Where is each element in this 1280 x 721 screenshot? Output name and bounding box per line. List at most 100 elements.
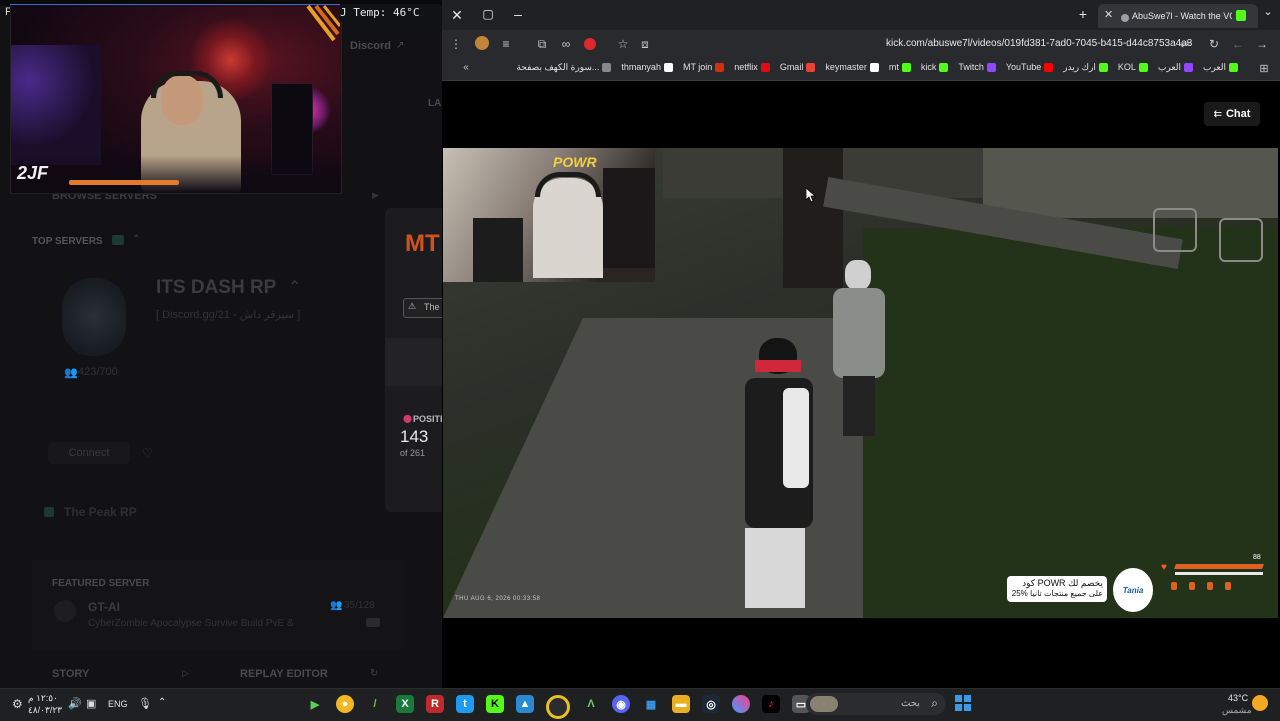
network-icon[interactable]: ▣ bbox=[86, 697, 96, 710]
clock-time[interactable]: ١٢:٥٠ م bbox=[28, 693, 58, 704]
active-tab[interactable]: ✕ AbuSwe7l - Watch the VOD bbox=[1098, 4, 1258, 28]
notice-text: The bbox=[424, 302, 440, 312]
reload-icon[interactable]: ↻ bbox=[1206, 37, 1222, 51]
windows-start-icon[interactable] bbox=[955, 695, 971, 711]
minimize-icon[interactable]: – bbox=[508, 6, 528, 22]
story-play-icon: ▷ bbox=[182, 668, 189, 678]
maximize-icon[interactable]: ▢ bbox=[478, 7, 498, 21]
bookmarks-list: العرب العرب KOL ارك ريدر YouTube Twitch kick mt… bbox=[516, 62, 1238, 73]
bookmark-item[interactable]: netflix bbox=[734, 62, 770, 73]
collapse-icon[interactable]: ⌃ bbox=[132, 234, 140, 245]
new-tab-icon[interactable]: + bbox=[1073, 6, 1093, 22]
discord-yellow-icon[interactable]: ● bbox=[336, 695, 354, 713]
featured-server-name[interactable]: GT-AI bbox=[88, 600, 120, 614]
extensions-icon[interactable]: ⧉ bbox=[534, 37, 550, 52]
bookmark-item[interactable]: MT join bbox=[682, 62, 725, 73]
hud-status-icons bbox=[1171, 582, 1231, 590]
menu-dots-icon[interactable]: ⋮ bbox=[448, 37, 464, 51]
bookmark-item[interactable]: mt bbox=[889, 62, 911, 73]
favorite-heart-icon[interactable]: ♡ bbox=[142, 446, 153, 460]
bookmark-favicon-icon bbox=[1183, 63, 1193, 73]
bookmarks-overflow-icon[interactable]: « bbox=[458, 62, 474, 73]
excel-icon[interactable]: X bbox=[396, 695, 414, 713]
weather-temp[interactable]: 43°C bbox=[1228, 693, 1248, 703]
rockstar-icon[interactable]: R bbox=[426, 695, 444, 713]
bookmark-item[interactable]: keymaster bbox=[825, 62, 879, 73]
weather-sun-icon[interactable] bbox=[1252, 695, 1268, 711]
site-settings-icon[interactable]: ⇌ bbox=[1177, 37, 1193, 51]
tab-close-icon[interactable]: ✕ bbox=[1104, 8, 1113, 21]
bookmark-item[interactable]: thmanyah bbox=[621, 62, 673, 73]
file-explorer-icon[interactable]: ▬ bbox=[672, 695, 690, 713]
discord-link[interactable]: Discord bbox=[350, 40, 391, 52]
profile-avatar[interactable] bbox=[475, 36, 489, 50]
bookmark-label: MT join bbox=[682, 62, 713, 72]
photos-icon[interactable]: ▲ bbox=[516, 695, 534, 713]
bookmark-label: KOL bbox=[1117, 62, 1136, 72]
chair bbox=[1153, 208, 1197, 252]
tray-expand-icon[interactable]: ⌃ bbox=[158, 697, 166, 708]
address-bar[interactable]: kick.com/abuswe7l/videos/019fd381-7ad0-7… bbox=[886, 38, 1192, 49]
bookmark-label: netflix bbox=[734, 62, 758, 72]
bookmark-item[interactable]: سورة الكهف بصفحة... bbox=[516, 62, 612, 73]
media-controls-icon[interactable]: ≡ bbox=[498, 37, 514, 51]
bookmark-favicon-icon bbox=[715, 63, 725, 73]
volume-icon[interactable]: 🔊 bbox=[68, 697, 82, 710]
ad-line-2: 25% على جميع منتجات تانيا bbox=[1011, 589, 1103, 598]
nvidia-icon[interactable]: / bbox=[366, 695, 384, 713]
verified-icon: ⌃ bbox=[288, 279, 302, 296]
discord-icon[interactable]: ◉ bbox=[612, 695, 630, 713]
search-placeholder: بحث bbox=[900, 698, 920, 709]
forward-icon[interactable]: ← bbox=[1230, 37, 1246, 51]
chrome-icon[interactable] bbox=[546, 695, 570, 719]
bookmark-item[interactable]: Twitch bbox=[958, 62, 996, 73]
steam-icon[interactable]: ◎ bbox=[702, 695, 720, 713]
bookmark-item[interactable]: YouTube bbox=[1006, 62, 1054, 73]
tab-title: AbuSwe7l - Watch the VOD bbox=[1132, 11, 1232, 21]
bookmark-item[interactable]: Gmail bbox=[780, 62, 816, 73]
hud-heart-icon: ♥ bbox=[1161, 562, 1167, 573]
replay-editor-tab[interactable]: REPLAY EDITOR bbox=[240, 668, 328, 680]
translate-icon[interactable]: ⧈ bbox=[637, 37, 653, 52]
server-link[interactable]: [ Discord.gg/21 - سيرفر داش ] bbox=[156, 308, 300, 321]
connect-button[interactable]: Connect bbox=[48, 442, 130, 464]
apps-grid-icon[interactable]: ⊞ bbox=[1256, 62, 1272, 75]
pinned-apps: ▶ ● / X R t K ▲ Λ ◉ ▦ ▬ ◎ ♪ ▭ bbox=[306, 695, 810, 719]
back-icon[interactable]: → bbox=[1254, 37, 1270, 51]
bookmark-item[interactable]: العرب bbox=[1203, 62, 1238, 73]
bookmark-item[interactable]: KOL bbox=[1118, 62, 1148, 73]
search-box[interactable]: بحث ⌕ bbox=[806, 693, 946, 715]
featured-server-logo bbox=[54, 600, 76, 622]
tiktok-icon[interactable]: ♪ bbox=[762, 695, 780, 713]
copilot-icon[interactable] bbox=[732, 695, 750, 713]
bookmark-favicon-icon bbox=[1229, 63, 1238, 73]
glasses-extension-icon[interactable]: ∞ bbox=[558, 37, 574, 51]
twitter-icon[interactable]: t bbox=[456, 695, 474, 713]
bookmark-favicon-icon bbox=[1044, 63, 1054, 73]
play-app-icon[interactable]: ▶ bbox=[306, 695, 324, 713]
kick-app-icon[interactable]: K bbox=[486, 695, 504, 713]
building-wall bbox=[983, 148, 1278, 218]
app-lambda-icon[interactable]: Λ bbox=[582, 695, 600, 713]
close-window-icon[interactable]: ✕ bbox=[447, 7, 467, 24]
tab-search-icon[interactable]: ⌄ bbox=[1258, 5, 1278, 18]
left-purple-light bbox=[11, 45, 101, 165]
pin-icon: ⬤ bbox=[403, 414, 412, 423]
store-icon[interactable]: ▦ bbox=[642, 695, 660, 713]
weather-desc[interactable]: مشمس bbox=[1222, 705, 1252, 716]
adblock-extension-icon[interactable] bbox=[584, 38, 596, 50]
chat-toggle-button[interactable]: ⇇ Chat bbox=[1204, 102, 1260, 126]
clock-date[interactable]: ٤٨/٠٣/٢٣ bbox=[28, 705, 62, 716]
bookmark-item[interactable]: العرب bbox=[1158, 62, 1193, 73]
bookmark-label: ارك ريدر bbox=[1063, 62, 1096, 72]
language-indicator[interactable]: ENG bbox=[108, 699, 128, 709]
microphone-icon[interactable]: 🎙 bbox=[138, 697, 152, 710]
bookmark-star-icon[interactable]: ☆ bbox=[615, 37, 631, 51]
bookmark-item[interactable]: kick bbox=[921, 62, 949, 73]
video-player[interactable]: POWR THU AUG 6, 2026 00:33:58 كود POWR ي… bbox=[443, 148, 1278, 618]
settings-gear-icon[interactable]: ⚙ bbox=[12, 697, 23, 711]
bookmark-item[interactable]: ارك ريدر bbox=[1063, 62, 1108, 73]
peak-rp-name[interactable]: The Peak RP bbox=[64, 505, 137, 519]
story-tab[interactable]: STORY bbox=[52, 668, 89, 680]
claw-logo-icon bbox=[304, 4, 342, 44]
